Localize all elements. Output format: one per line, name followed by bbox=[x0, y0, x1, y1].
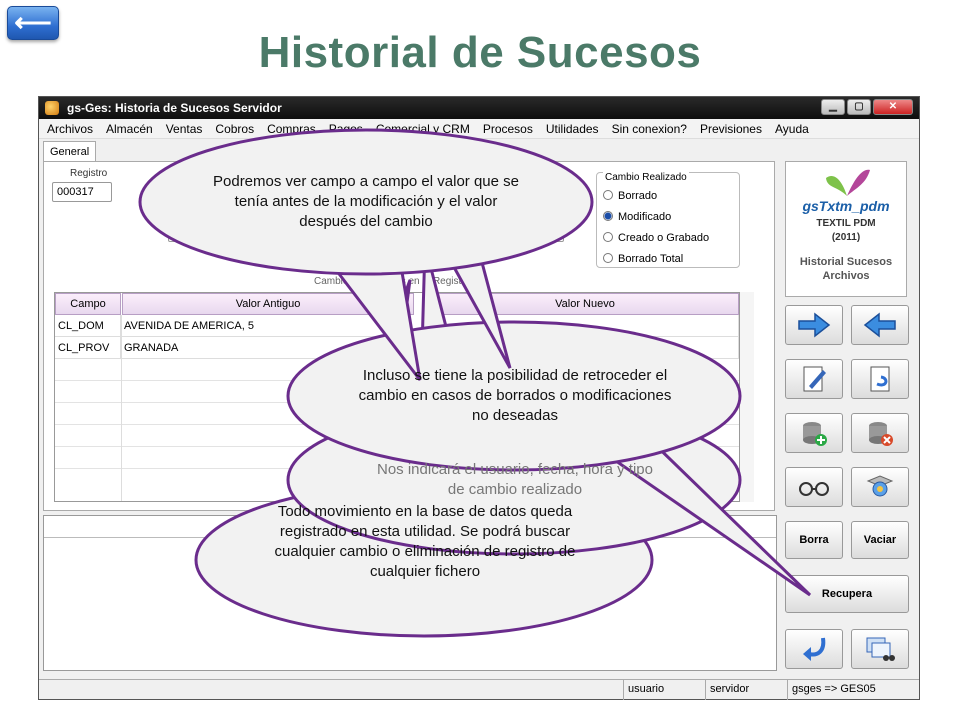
undo-document-button[interactable] bbox=[851, 359, 909, 399]
delete-database-button[interactable] bbox=[851, 413, 909, 453]
database-delete-icon bbox=[869, 422, 893, 446]
tab-strip: General bbox=[43, 141, 97, 161]
radio-modificado[interactable]: Modificado bbox=[603, 210, 671, 224]
arrow-left-icon bbox=[863, 312, 896, 338]
callout-text-2: Incluso se tiene la posibilidad de retro… bbox=[358, 367, 672, 424]
status-server: servidor bbox=[705, 680, 787, 700]
menu-cobros[interactable]: Cobros bbox=[215, 119, 254, 138]
table-cell-antiguo[interactable]: AVENIDA DE AMERICA, 5 bbox=[121, 315, 431, 337]
windows-search-button[interactable] bbox=[851, 629, 909, 669]
butterfly-logo-icon bbox=[826, 169, 870, 196]
vaciar-button[interactable]: Vaciar bbox=[851, 521, 909, 559]
glasses-icon bbox=[799, 482, 829, 496]
radio-dot bbox=[603, 253, 613, 263]
grid-scrollbar[interactable] bbox=[740, 292, 754, 502]
table-cell-antiguo[interactable]: GRANADA bbox=[121, 337, 431, 359]
logo-line1: TEXTIL PDM bbox=[816, 218, 876, 229]
app-icon bbox=[45, 101, 59, 115]
status-user: usuario bbox=[623, 680, 705, 700]
recupera-button[interactable]: Recupera bbox=[785, 575, 909, 613]
callout-text-4: Todo movimiento en la base de datos qued… bbox=[274, 503, 576, 580]
menu-archivos[interactable]: Archivos bbox=[47, 119, 93, 138]
menu-procesos[interactable]: Procesos bbox=[483, 119, 533, 138]
status-connection: gsges => GES05 bbox=[787, 680, 907, 700]
menu-almacen[interactable]: Almacén bbox=[106, 119, 153, 138]
arrow-right-icon bbox=[798, 312, 831, 338]
cambio-realizado-label: Cambio Realizado bbox=[603, 172, 689, 183]
menu-utilidades[interactable]: Utilidades bbox=[546, 119, 599, 138]
tab-general[interactable]: General bbox=[43, 141, 97, 161]
browse-button[interactable] bbox=[851, 467, 909, 507]
radio-borrado-total[interactable]: Borrado Total bbox=[603, 252, 683, 266]
borra-button[interactable]: Borra bbox=[785, 521, 843, 559]
col-header-valor-antiguo[interactable]: Valor Antiguo bbox=[122, 293, 414, 315]
radio-label: Modificado bbox=[618, 211, 672, 223]
return-arrow-icon bbox=[803, 637, 826, 661]
cambio-realizado-group: Cambio Realizado Borrado Modificado Crea… bbox=[596, 172, 740, 268]
maximize-button[interactable]: ▢ bbox=[847, 99, 871, 115]
radio-dot-selected bbox=[603, 211, 613, 221]
radio-label: Creado o Grabado bbox=[618, 232, 710, 244]
edit-button[interactable] bbox=[785, 359, 843, 399]
logo-line2: (2011) bbox=[831, 232, 861, 243]
registro-label: Registro bbox=[70, 168, 108, 179]
menu-ventas[interactable]: Ventas bbox=[166, 119, 203, 138]
grid-caption: Cambios Realizados en el Registro bbox=[314, 276, 471, 287]
menu-previsiones[interactable]: Previsiones bbox=[700, 119, 762, 138]
callout-text-1: Podremos ver campo a campo el valor que … bbox=[213, 173, 519, 230]
column-divider bbox=[121, 315, 122, 501]
window-titlebar: gs-Ges: Historia de Sucesos Servidor ▁ ▢… bbox=[39, 97, 919, 119]
archivo-label: Archivo bbox=[170, 208, 204, 219]
logo-caption1: Historial Sucesos bbox=[799, 256, 893, 268]
logo-name: gsTxtm_pdm bbox=[802, 198, 890, 214]
menu-compras[interactable]: Compras bbox=[267, 119, 316, 138]
window-title: gs-Ges: Historia de Sucesos Servidor bbox=[67, 101, 282, 115]
table-row bbox=[55, 425, 739, 447]
table-cell-campo[interactable]: CL_PROV bbox=[55, 337, 121, 359]
menu-pagos[interactable]: Pagos bbox=[329, 119, 363, 138]
document-undo-icon bbox=[870, 366, 890, 392]
menu-comercial[interactable]: Comercial y CRM bbox=[376, 119, 470, 138]
callout-text-3: Nos indicará el usuario, fecha, hora y t… bbox=[377, 461, 653, 498]
minimize-button[interactable]: ▁ bbox=[821, 99, 845, 115]
menu-bar: Archivos Almacén Ventas Cobros Compras P… bbox=[39, 119, 919, 139]
status-bar: usuario servidor gsges => GES05 bbox=[39, 679, 919, 700]
radio-creado[interactable]: Creado o Grabado bbox=[603, 231, 709, 245]
table-cell-campo[interactable]: CL_DOM bbox=[55, 315, 121, 337]
radio-dot bbox=[603, 190, 613, 200]
usuario-label: Usuario bbox=[170, 168, 205, 179]
return-button[interactable] bbox=[785, 629, 843, 669]
radio-borrado[interactable]: Borrado bbox=[603, 189, 657, 203]
folder-search-icon bbox=[866, 475, 894, 497]
table-cell-nuevo[interactable]: BENIZ bbox=[431, 315, 739, 337]
prev-record-button[interactable] bbox=[851, 305, 909, 345]
logo-panel: gsTxtm_pdm TEXTIL PDM (2011) Historial S… bbox=[785, 161, 907, 297]
view-button[interactable] bbox=[785, 467, 843, 507]
col-header-campo[interactable]: Campo bbox=[55, 293, 121, 315]
database-add-icon bbox=[803, 422, 827, 446]
slide-title: Historial de Sucesos bbox=[258, 28, 702, 77]
table-cell-nuevo[interactable]: Murcia bbox=[431, 337, 739, 359]
radio-label: Borrado bbox=[618, 190, 658, 202]
menu-sin-conexion[interactable]: Sin conexion? bbox=[612, 119, 687, 138]
menu-ayuda[interactable]: Ayuda bbox=[775, 119, 809, 138]
windows-binoculars-icon bbox=[866, 637, 895, 661]
next-record-button[interactable] bbox=[785, 305, 843, 345]
radio-dot bbox=[603, 232, 613, 242]
close-button[interactable]: ✕ bbox=[873, 99, 913, 115]
add-database-button[interactable] bbox=[785, 413, 843, 453]
radio-label: Borrado Total bbox=[618, 253, 684, 265]
col-header-valor-nuevo[interactable]: Valor Nuevo bbox=[431, 293, 739, 315]
logo-caption2: Archivos bbox=[822, 270, 870, 282]
registro-field[interactable]: 000317 bbox=[52, 182, 112, 202]
document-pen-icon bbox=[803, 366, 826, 392]
